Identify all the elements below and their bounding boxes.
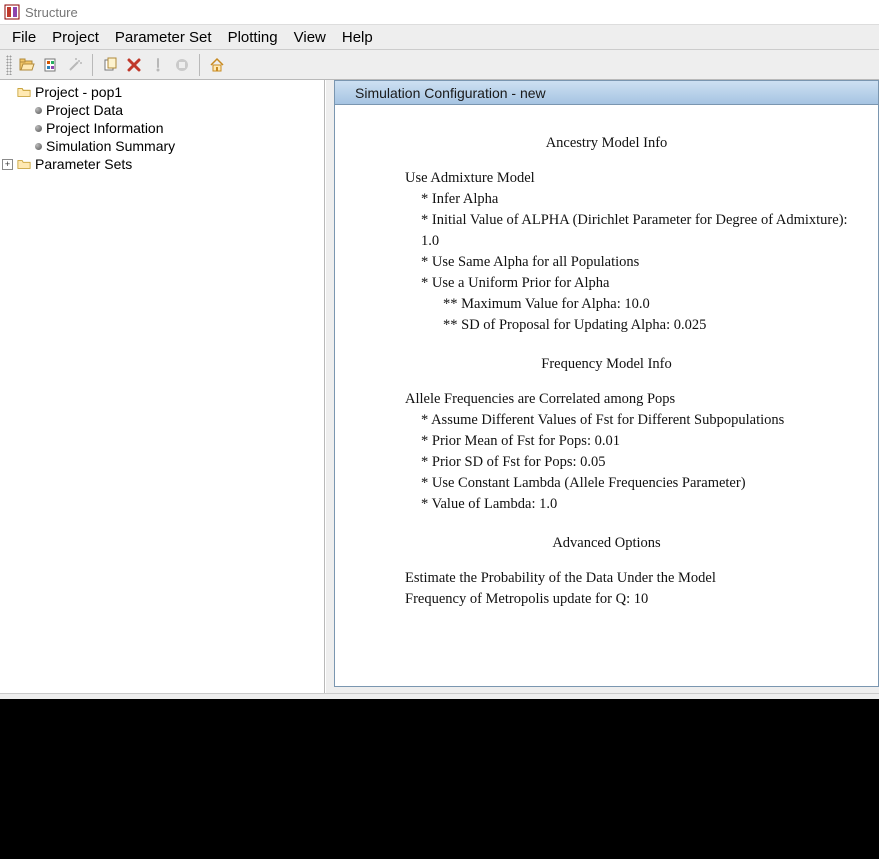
section-heading-frequency: Frequency Model Info	[365, 354, 848, 375]
config-line: Estimate the Probability of the Data Und…	[405, 568, 848, 589]
home-button[interactable]	[206, 54, 228, 76]
panel-title-bar[interactable]: Simulation Configuration - new	[335, 81, 878, 105]
new-run-button[interactable]	[40, 54, 62, 76]
expander-icon	[2, 87, 13, 98]
tree-label: Project Information	[46, 120, 164, 136]
tree-node-project-data[interactable]: Project Data	[2, 101, 322, 119]
panel-body[interactable]: Ancestry Model Info Use Admixture Model …	[335, 105, 878, 686]
app-icon	[4, 4, 20, 20]
toolbar	[0, 50, 879, 80]
duplicate-button[interactable]	[99, 54, 121, 76]
panel-title: Simulation Configuration - new	[355, 85, 546, 101]
folder-icon	[17, 157, 31, 171]
menu-bar: File Project Parameter Set Plotting View…	[0, 24, 879, 50]
tree-label: Parameter Sets	[35, 156, 132, 172]
menu-project[interactable]: Project	[44, 27, 107, 48]
section-heading-advanced: Advanced Options	[365, 533, 848, 554]
menu-parameter-set[interactable]: Parameter Set	[107, 27, 220, 48]
menu-file[interactable]: File	[4, 27, 44, 48]
stop-button[interactable]	[171, 54, 193, 76]
config-line: * Value of Lambda: 1.0	[421, 494, 848, 515]
window-title: Structure	[25, 5, 78, 20]
bullet-icon	[35, 143, 42, 150]
config-line: Use Admixture Model	[405, 168, 848, 189]
config-line: * Use Constant Lambda (Allele Frequencie…	[421, 473, 848, 494]
config-line: * Prior Mean of Fst for Pops: 0.01	[421, 431, 848, 452]
tree-node-simulation-summary[interactable]: Simulation Summary	[2, 137, 322, 155]
title-bar: Structure	[0, 0, 879, 24]
horizontal-splitter[interactable]	[0, 693, 879, 699]
wand-button[interactable]	[64, 54, 86, 76]
menu-plotting[interactable]: Plotting	[220, 27, 286, 48]
config-line: ** SD of Proposal for Updating Alpha: 0.…	[443, 315, 848, 336]
bullet-icon	[35, 107, 42, 114]
alert-button[interactable]	[147, 54, 169, 76]
menu-view[interactable]: View	[286, 27, 334, 48]
bullet-icon	[35, 125, 42, 132]
open-project-button[interactable]	[16, 54, 38, 76]
tree-label: Simulation Summary	[46, 138, 175, 154]
tree-node-project-information[interactable]: Project Information	[2, 119, 322, 137]
tree-label: Project Data	[46, 102, 123, 118]
expander-icon[interactable]: +	[2, 159, 13, 170]
empty-region	[0, 700, 879, 859]
config-line: Allele Frequencies are Correlated among …	[405, 389, 848, 410]
config-line: * Prior SD of Fst for Pops: 0.05	[421, 452, 848, 473]
simulation-config-panel: Simulation Configuration - new Ancestry …	[334, 80, 879, 687]
project-tree[interactable]: Project - pop1 Project Data Project Info…	[0, 80, 325, 693]
config-line: * Infer Alpha	[421, 189, 848, 210]
folder-icon	[17, 85, 31, 99]
tree-node-parameter-sets[interactable]: + Parameter Sets	[2, 155, 322, 173]
config-line: * Use Same Alpha for all Populations	[421, 252, 848, 273]
tree-root-project[interactable]: Project - pop1	[2, 83, 322, 101]
config-line: * Assume Different Values of Fst for Dif…	[421, 410, 848, 431]
config-line: Frequency of Metropolis update for Q: 10	[405, 589, 848, 610]
tree-label: Project - pop1	[35, 84, 122, 100]
config-line: ** Maximum Value for Alpha: 10.0	[443, 294, 848, 315]
config-line: * Initial Value of ALPHA (Dirichlet Para…	[421, 210, 848, 252]
menu-help[interactable]: Help	[334, 27, 381, 48]
section-heading-ancestry: Ancestry Model Info	[365, 133, 848, 154]
delete-button[interactable]	[123, 54, 145, 76]
toolbar-separator	[92, 54, 93, 76]
config-line: * Use a Uniform Prior for Alpha	[421, 273, 848, 294]
toolbar-grip	[6, 55, 12, 75]
toolbar-separator	[199, 54, 200, 76]
